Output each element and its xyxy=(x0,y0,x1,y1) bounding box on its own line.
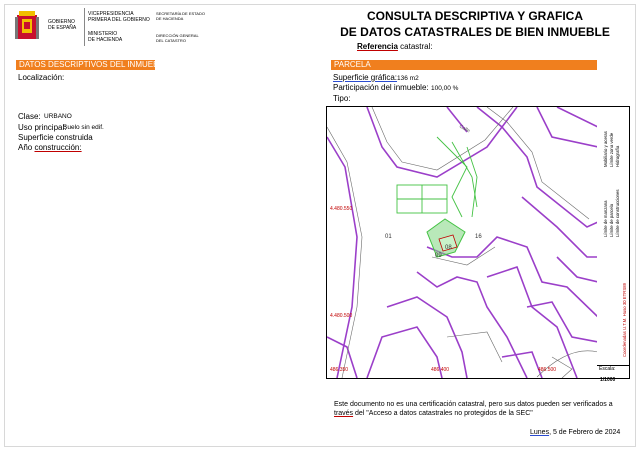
catastral-word: catastral: xyxy=(397,42,433,51)
superficie-grafica-label: Superficie gráfica: xyxy=(333,73,397,82)
superficie-construida-label: Superficie construida xyxy=(18,133,93,142)
footer-traves: través xyxy=(334,410,354,417)
construccion-word: construcción: xyxy=(34,143,82,152)
clase-value: URBANO xyxy=(44,113,72,120)
header-divider xyxy=(84,8,85,46)
clase-label: Clase: xyxy=(18,112,41,121)
legend-line6: Hidrografía xyxy=(615,145,620,167)
uso-label: Uso principal: xyxy=(18,123,67,132)
section-datos-descriptivos: DATOS DESCRIPTIVOS DEL INMUEBLE xyxy=(16,60,168,70)
min-line2: DE HACIENDA xyxy=(88,37,123,43)
legend-line5: Límite zona verde xyxy=(609,132,614,167)
footer-line2: través del "Acceso a datos catastrales n… xyxy=(334,409,533,419)
coord-x-mid: 486.400 xyxy=(431,367,449,373)
legend-coords: Coordenadas U.T.M. Huso 30 ETRS89 xyxy=(622,282,627,357)
parcel-label-01: 01 xyxy=(385,234,392,240)
participacion-value: 100,00 % xyxy=(431,85,459,92)
legend-line1: Límite de manzana xyxy=(603,200,608,237)
section-parcela: PARCELA xyxy=(331,60,597,70)
legend-line4: Mobiliario y aceras xyxy=(603,131,608,167)
coord-y-upper: 4.480.550 xyxy=(330,206,352,212)
title-line1: CONSULTA DESCRIPTIVA Y GRAFICA xyxy=(366,9,583,23)
gov-name-line2: DE ESPAÑA xyxy=(48,25,77,31)
referencia-label: Referencia catastral: xyxy=(357,42,433,51)
spain-coat-of-arms-icon xyxy=(14,9,40,43)
vicepresidencia: VICEPRESIDENCIA PRIMERA DEL GOBIERNO xyxy=(88,11,150,23)
scale-label: Escala: xyxy=(599,366,616,372)
ano-word: Año xyxy=(18,143,33,152)
footer-date: Lunes, 5 de Febrero de 2024 xyxy=(530,428,620,438)
footer-acceso: del "Acceso a datos catastrales no prote… xyxy=(353,410,533,417)
localizacion-label: Localización: xyxy=(18,73,65,82)
coord-y-lower: 4.480.500 xyxy=(330,313,352,319)
dir-line2: DEL CATASTRO xyxy=(156,38,186,43)
scale-value: 1/1000 xyxy=(600,377,616,383)
referencia-word: Referencia xyxy=(357,42,398,51)
participacion-label: Participación del inmueble: xyxy=(333,83,429,92)
parcel-label-16: 16 xyxy=(475,234,482,240)
footer-day: Lunes xyxy=(530,429,550,436)
map-legend: Límite de manzana Límite de parcela Lími… xyxy=(597,106,630,379)
sec-line2: DE HACIENDA xyxy=(156,16,184,21)
parcel-label-09: 09 xyxy=(435,253,442,259)
secretaria: SECRETARÍA DE ESTADO DE HACIENDA xyxy=(156,11,205,21)
title-line2: DE DATOS CATASTRALES DE BIEN INMUEBLE xyxy=(340,25,610,39)
map-scale: Escala: xyxy=(597,365,629,377)
superficie-grafica-value: 136 m2 xyxy=(397,75,419,82)
ano-construccion-label: Año construcción: xyxy=(18,143,82,152)
parcel-label-08: 08 xyxy=(445,245,452,251)
coord-x-left: 486.350 xyxy=(330,367,348,373)
gov-name: GOBIERNO DE ESPAÑA xyxy=(48,19,76,31)
legend-line2: Límite de parcela xyxy=(609,204,614,237)
footer-date-rest: , 5 de Febrero de 2024 xyxy=(549,429,621,436)
uso-value: Suelo sin edif. xyxy=(63,124,104,131)
ministerio: MINISTERIO DE HACIENDA xyxy=(88,31,122,43)
legend-line3: Límite de construcciones xyxy=(615,189,620,237)
coord-x-right: 486.500 xyxy=(538,367,556,373)
street-label: Calle xyxy=(458,124,471,135)
cadastral-map[interactable]: 4.480.550 4.480.500 486.350 486.400 486.… xyxy=(326,106,599,379)
direccion: DIRECCIÓN GENERAL DEL CATASTRO xyxy=(156,33,199,43)
vice-line2: PRIMERA DEL GOBIERNO xyxy=(88,17,150,23)
tipo-label: Tipo: xyxy=(333,94,351,103)
sup-grafica-text: Superficie gráfica: xyxy=(333,73,398,82)
